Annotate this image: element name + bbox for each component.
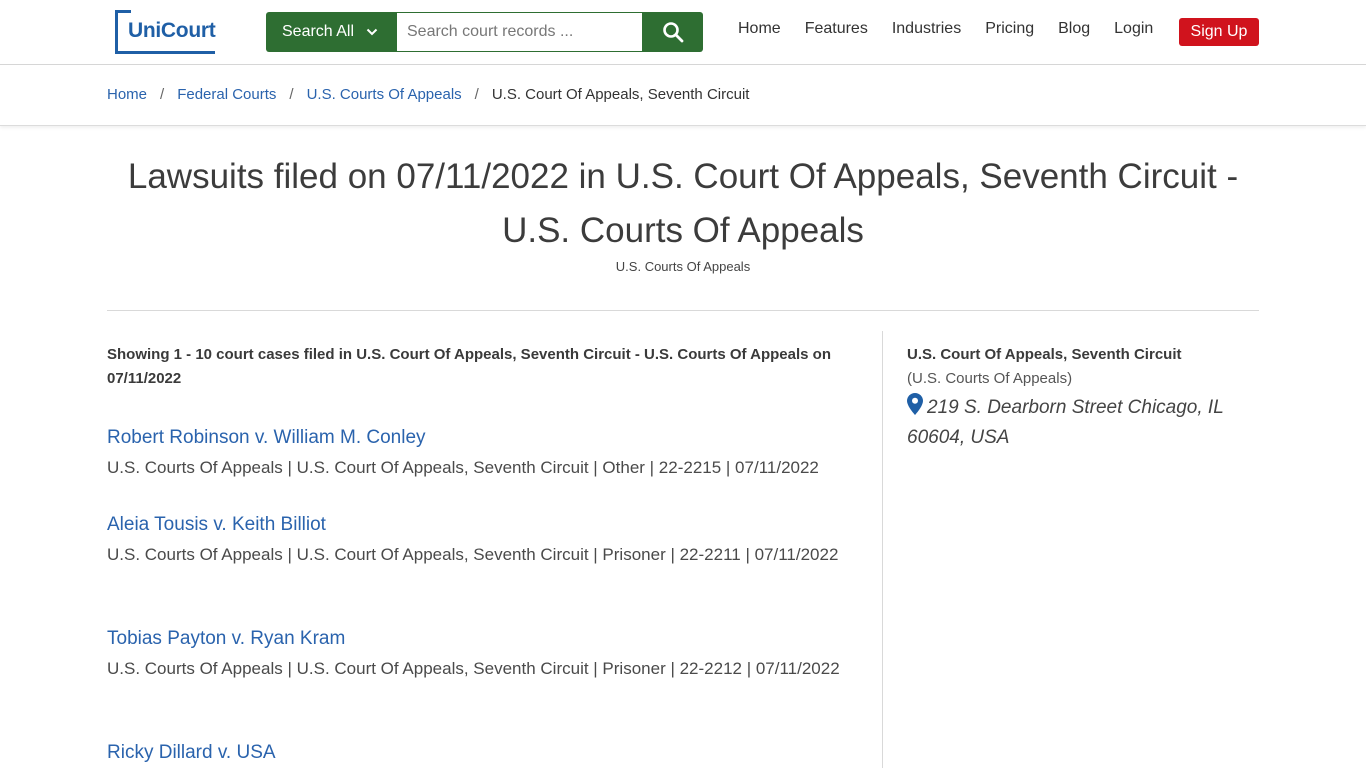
page-subtitle: U.S. Courts Of Appeals xyxy=(615,259,751,274)
breadcrumb-separator: / xyxy=(160,86,165,103)
nav-pricing[interactable]: Pricing xyxy=(985,20,1034,38)
search-bar: Search All xyxy=(266,12,703,52)
sign-up-button[interactable]: Sign Up xyxy=(1179,18,1259,46)
case-item: Aleia Tousis v. Keith Billiot U.S. Court… xyxy=(107,512,867,568)
logo-text: UniCourt xyxy=(128,19,216,42)
search-input[interactable] xyxy=(397,12,642,52)
case-title-link[interactable]: Robert Robinson v. William M. Conley xyxy=(107,425,426,451)
nav-blog[interactable]: Blog xyxy=(1058,20,1090,38)
nav-login[interactable]: Login xyxy=(1114,20,1153,38)
case-item: Tobias Payton v. Ryan Kram U.S. Courts O… xyxy=(107,626,867,682)
nav-industries[interactable]: Industries xyxy=(892,20,961,38)
breadcrumb-current: U.S. Court Of Appeals, Seventh Circuit xyxy=(491,86,750,103)
search-button[interactable] xyxy=(642,12,703,52)
divider xyxy=(107,310,1259,311)
case-meta: U.S. Courts Of Appeals | U.S. Court Of A… xyxy=(107,659,840,678)
breadcrumb-separator: / xyxy=(289,86,294,103)
breadcrumb-separator: / xyxy=(474,86,479,103)
case-item: Robert Robinson v. William M. Conley U.S… xyxy=(107,425,867,481)
search-icon xyxy=(662,22,683,43)
breadcrumb-home[interactable]: Home xyxy=(107,86,147,103)
search-scope-label: Search All xyxy=(282,23,355,40)
case-title-link[interactable]: Ricky Dillard v. USA xyxy=(107,740,276,766)
breadcrumb: Home / Federal Courts / U.S. Courts Of A… xyxy=(107,86,749,103)
chevron-down-icon xyxy=(366,28,378,36)
page-title: Lawsuits filed on 07/11/2022 in U.S. Cou… xyxy=(127,157,1239,250)
case-title-link[interactable]: Aleia Tousis v. Keith Billiot xyxy=(107,512,326,538)
court-address: 219 S. Dearborn Street Chicago, IL 60604… xyxy=(907,393,1259,453)
main-nav: Home Features Industries Pricing Blog Lo… xyxy=(738,20,1177,38)
breadcrumb-bar: Home / Federal Courts / U.S. Courts Of A… xyxy=(0,65,1366,126)
breadcrumb-us-courts-of-appeals[interactable]: U.S. Courts Of Appeals xyxy=(307,86,462,103)
court-address-text: 219 S. Dearborn Street Chicago, IL 60604… xyxy=(907,397,1224,448)
map-pin-icon xyxy=(907,393,923,415)
court-name: U.S. Court Of Appeals, Seventh Circuit xyxy=(907,346,1182,363)
search-scope-dropdown[interactable]: Search All xyxy=(266,12,397,52)
column-divider xyxy=(882,331,883,768)
breadcrumb-federal-courts[interactable]: Federal Courts xyxy=(177,86,276,103)
unicourt-logo[interactable]: UniCourt xyxy=(115,10,216,54)
top-navbar: UniCourt Search All Home Features Indust… xyxy=(0,0,1366,65)
case-title-link[interactable]: Tobias Payton v. Ryan Kram xyxy=(107,626,345,652)
case-meta: U.S. Courts Of Appeals | U.S. Court Of A… xyxy=(107,458,819,477)
nav-home[interactable]: Home xyxy=(738,20,781,38)
case-item: Ricky Dillard v. USA xyxy=(107,740,867,766)
results-summary: Showing 1 - 10 court cases filed in U.S.… xyxy=(107,346,831,387)
case-meta: U.S. Courts Of Appeals | U.S. Court Of A… xyxy=(107,545,839,564)
court-info-panel: U.S. Court Of Appeals, Seventh Circuit (… xyxy=(907,343,1259,453)
nav-features[interactable]: Features xyxy=(805,20,868,38)
court-system: (U.S. Courts Of Appeals) xyxy=(907,370,1073,387)
